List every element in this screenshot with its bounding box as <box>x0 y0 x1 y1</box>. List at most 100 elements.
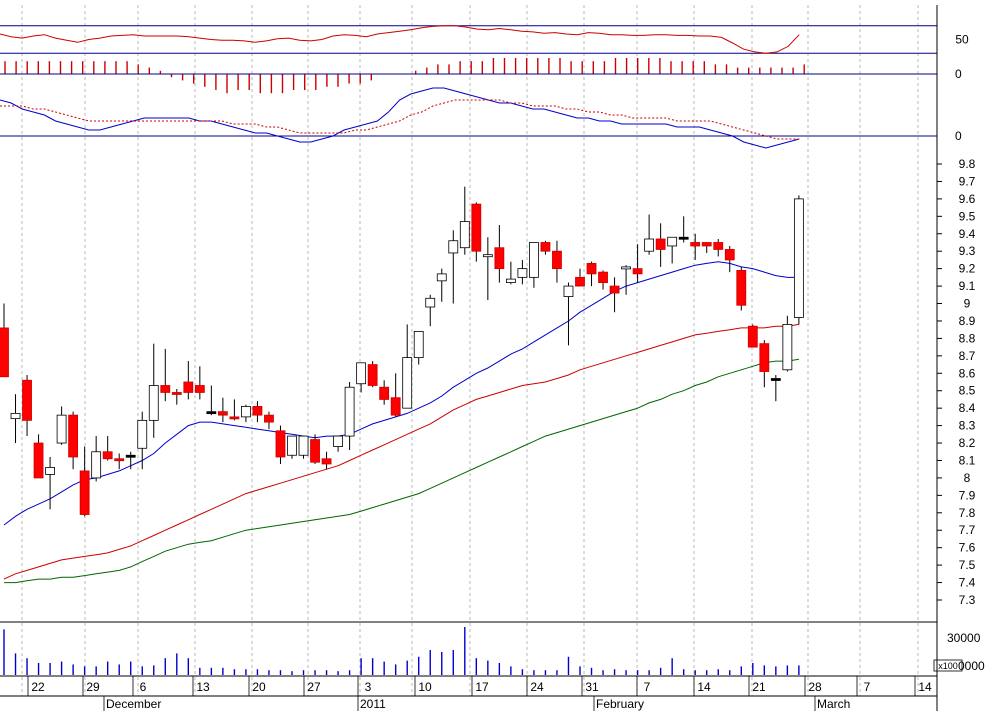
macd-tick-label: 0 <box>955 129 962 143</box>
candle-body <box>436 273 447 282</box>
price-tick-label: 8.2 <box>959 436 976 450</box>
candle-body <box>770 378 781 381</box>
candle-body <box>747 325 758 348</box>
candle-body <box>529 242 539 278</box>
candle-body <box>275 430 286 458</box>
day-label: 14 <box>697 680 711 694</box>
candle-body <box>471 203 482 252</box>
price-tick-label: 9.8 <box>959 157 976 171</box>
candle-body <box>333 435 343 447</box>
candle-body <box>217 411 228 416</box>
candle-body <box>425 297 436 308</box>
candle-body <box>206 411 217 415</box>
day-label: 10 <box>418 680 432 694</box>
price-tick-label: 7.3 <box>959 593 976 607</box>
candle-body <box>148 385 159 421</box>
candle-body <box>183 381 194 393</box>
day-label: 28 <box>808 680 822 694</box>
candle-body <box>310 439 320 463</box>
day-label: 21 <box>752 680 766 694</box>
price-tick-label: 9.7 <box>959 174 976 188</box>
day-label: 3 <box>365 680 372 694</box>
candle-body <box>390 397 401 416</box>
candle-body <box>114 458 125 462</box>
day-label: 13 <box>196 680 210 694</box>
stock-chart: 22 29 6 13 20 27 3 10 17 24 31 7 14 21 28 7 14 December 20… <box>0 0 990 711</box>
price-tick-label: 9 <box>964 297 971 311</box>
price-tick-label: 7.9 <box>959 488 976 502</box>
candle-body <box>724 249 735 261</box>
price-tick-label: 9.3 <box>959 244 976 258</box>
candle-body <box>379 386 390 400</box>
day-label: 31 <box>585 680 599 694</box>
candle-body <box>344 386 355 437</box>
price-tick-label: 9.4 <box>959 227 976 241</box>
candle-body <box>264 414 274 423</box>
candle-body <box>759 343 770 372</box>
candle-body <box>563 285 574 297</box>
candle-body <box>586 263 597 275</box>
candle-body <box>287 435 297 456</box>
price-tick-label: 8.4 <box>959 401 976 415</box>
candle-body <box>552 250 562 270</box>
candle-body <box>56 414 67 444</box>
price-tick-label: 7.6 <box>959 541 976 555</box>
candle-body <box>644 238 655 252</box>
candle-body <box>655 238 666 250</box>
candle-body <box>609 285 620 294</box>
candle-body <box>494 247 505 270</box>
histogram-tick-label: 0 <box>955 67 962 81</box>
candle-body <box>782 324 793 371</box>
candle-body <box>448 240 459 254</box>
candle-body <box>252 406 263 416</box>
candle-body <box>598 271 608 283</box>
price-tick-label: 8.5 <box>959 384 976 398</box>
price-tick-label: 8.7 <box>959 349 976 363</box>
price-tick-label: 7.8 <box>959 506 976 520</box>
day-label: 20 <box>252 680 266 694</box>
price-tick-label: 9.6 <box>959 192 976 206</box>
candle-body <box>321 458 332 465</box>
month-label: March <box>817 697 850 711</box>
candle-body <box>713 242 724 250</box>
candle-body <box>690 242 701 247</box>
day-label: 22 <box>31 680 45 694</box>
day-label: 17 <box>475 680 489 694</box>
candle-body <box>540 242 551 252</box>
candle-body <box>0 327 9 378</box>
price-tick-label: 7.5 <box>959 558 976 572</box>
price-tick-label: 8 <box>964 471 971 485</box>
day-label: 14 <box>918 680 932 694</box>
price-tick-label: 9.2 <box>959 262 976 276</box>
candle-body <box>33 442 44 479</box>
volume-tick-label: 30000 <box>947 631 981 645</box>
candle-body <box>575 276 585 287</box>
day-label: 24 <box>530 680 544 694</box>
price-tick-label: 8.6 <box>959 366 976 380</box>
price-tick-label: 9.1 <box>959 279 976 293</box>
candle-body <box>194 385 205 393</box>
candle-body <box>402 357 413 409</box>
candle-body <box>413 331 424 358</box>
candle-body <box>517 268 528 278</box>
price-tick-label: 7.4 <box>959 576 976 590</box>
candle-body <box>793 198 804 318</box>
candle-body <box>68 414 79 458</box>
candle-body <box>736 269 747 306</box>
candle-body <box>10 412 21 420</box>
candle-body <box>229 416 240 420</box>
price-tick-label: 7.7 <box>959 523 976 537</box>
price-tick-label: 9.5 <box>959 209 976 223</box>
candle-body <box>137 419 148 449</box>
candle-body <box>632 268 643 275</box>
candle-body <box>79 470 90 515</box>
candle-body <box>160 385 171 393</box>
price-tick-label: 8.9 <box>959 314 976 328</box>
candle-body <box>298 435 309 456</box>
price-tick-label: 8.3 <box>959 419 976 433</box>
candle-body <box>22 379 32 421</box>
candle-body <box>241 406 251 418</box>
candle-body <box>91 451 102 479</box>
candle-body <box>482 254 493 258</box>
oscillator-tick-label: 50 <box>955 33 969 47</box>
